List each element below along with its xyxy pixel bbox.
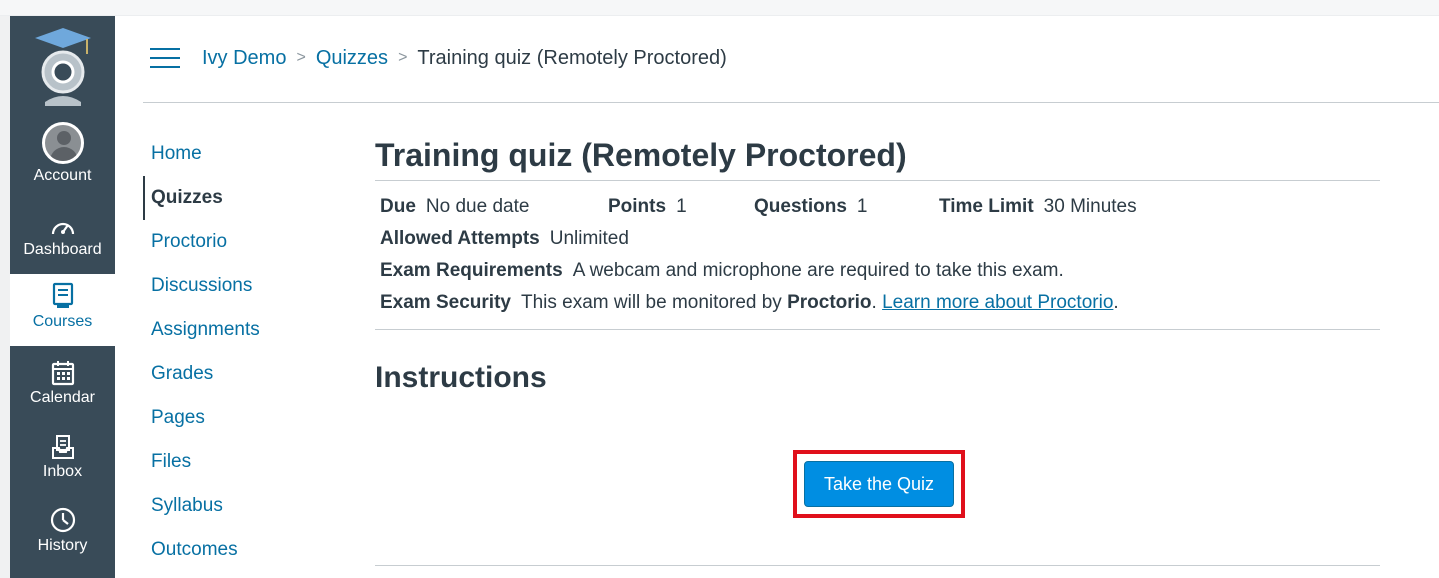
window-left-edge	[0, 16, 10, 578]
global-nav-label: Account	[33, 167, 92, 184]
history-clock-icon	[50, 507, 75, 533]
course-nav-proctorio[interactable]: Proctorio	[143, 220, 343, 264]
course-nav-assignments[interactable]: Assignments	[143, 308, 343, 352]
calendar-icon	[51, 361, 74, 386]
course-nav-outcomes[interactable]: Outcomes	[143, 528, 343, 572]
breadcrumb-separator-icon: >	[296, 49, 306, 66]
global-nav-label: Courses	[32, 313, 93, 330]
course-navigation: Home Quizzes Proctorio Discussions Assig…	[143, 132, 343, 572]
course-nav-home[interactable]: Home	[143, 132, 343, 176]
course-nav-syllabus[interactable]: Syllabus	[143, 484, 343, 528]
course-nav-pages[interactable]: Pages	[143, 396, 343, 440]
title-divider	[375, 180, 1380, 181]
security-text: This exam will be monitored by	[520, 292, 782, 313]
global-nav-label: History	[37, 537, 88, 554]
quiz-main-content: Training quiz (Remotely Proctored) Due No…	[375, 130, 1380, 566]
allowed-attempts-row: Allowed Attempts Unlimited	[380, 223, 1380, 255]
course-nav-grades[interactable]: Grades	[143, 352, 343, 396]
courses-book-icon	[52, 282, 73, 308]
questions-value: 1	[856, 196, 868, 217]
quiz-summary-row: Due No due date Points 1 Questions 1 Time Limi…	[380, 191, 1380, 223]
requirements-value: A webcam and microphone are required to …	[572, 260, 1064, 281]
global-nav-dashboard[interactable]: Dashboard	[10, 202, 115, 259]
global-nav-calendar[interactable]: Calendar	[10, 350, 115, 407]
time-limit-value: 30 Minutes	[1043, 196, 1137, 217]
graduation-cap-logo-icon	[34, 28, 91, 106]
global-navigation: Account Dashboard Courses Calendar Inbox…	[10, 16, 115, 578]
course-nav-quizzes[interactable]: Quizzes	[143, 176, 343, 220]
bottom-divider	[375, 565, 1380, 566]
account-avatar-icon	[41, 122, 84, 164]
quiz-details: Due No due date Points 1 Questions 1 Time Limi…	[375, 191, 1380, 319]
points-label: Points	[608, 196, 667, 217]
attempts-value: Unlimited	[549, 228, 629, 249]
course-nav-discussions[interactable]: Discussions	[143, 264, 343, 308]
inbox-icon	[51, 435, 74, 459]
due-label: Due	[380, 196, 416, 217]
time-limit-label: Time Limit	[939, 196, 1034, 217]
security-period: .	[871, 292, 877, 313]
breadcrumb: Ivy Demo > Quizzes > Training quiz (Remo…	[150, 44, 727, 72]
course-nav-files[interactable]: Files	[143, 440, 343, 484]
exam-security-row: Exam Security This exam will be monitored…	[380, 287, 1380, 319]
highlight-box: Take the Quiz	[793, 450, 965, 518]
hamburger-menu-icon[interactable]	[150, 48, 180, 68]
global-nav-courses[interactable]: Courses	[10, 274, 115, 346]
header-divider	[143, 102, 1439, 103]
points-value: 1	[676, 196, 687, 217]
global-nav-label: Calendar	[30, 389, 95, 406]
global-nav-inbox[interactable]: Inbox	[10, 424, 115, 481]
global-nav-label: Dashboard	[23, 241, 102, 258]
learn-more-proctorio-link[interactable]: Learn more about Proctorio	[882, 292, 1113, 313]
details-divider	[375, 329, 1380, 330]
institution-logo[interactable]	[10, 16, 115, 116]
breadcrumb-current-page: Training quiz (Remotely Proctored)	[417, 46, 727, 69]
breadcrumb-quizzes-link[interactable]: Quizzes	[316, 47, 388, 70]
questions-label: Questions	[754, 196, 847, 217]
global-nav-label: Inbox	[42, 463, 83, 480]
take-the-quiz-button[interactable]: Take the Quiz	[804, 461, 954, 507]
exam-requirements-row: Exam Requirements A webcam and microphone…	[380, 255, 1380, 287]
breadcrumb-course-link[interactable]: Ivy Demo	[202, 47, 286, 70]
instructions-heading: Instructions	[375, 361, 547, 394]
attempts-label: Allowed Attempts	[380, 228, 540, 249]
security-brand: Proctorio	[787, 292, 872, 313]
security-label: Exam Security	[380, 292, 511, 313]
browser-top-strip	[0, 0, 1439, 16]
dashboard-gauge-icon	[51, 222, 74, 235]
global-nav-history[interactable]: History	[10, 498, 115, 555]
security-trailing: .	[1113, 292, 1119, 313]
breadcrumb-separator-icon: >	[398, 49, 408, 66]
global-nav-account[interactable]: Account	[10, 122, 115, 185]
quiz-title: Training quiz (Remotely Proctored)	[375, 137, 907, 173]
due-value: No due date	[425, 196, 530, 217]
requirements-label: Exam Requirements	[380, 260, 563, 281]
